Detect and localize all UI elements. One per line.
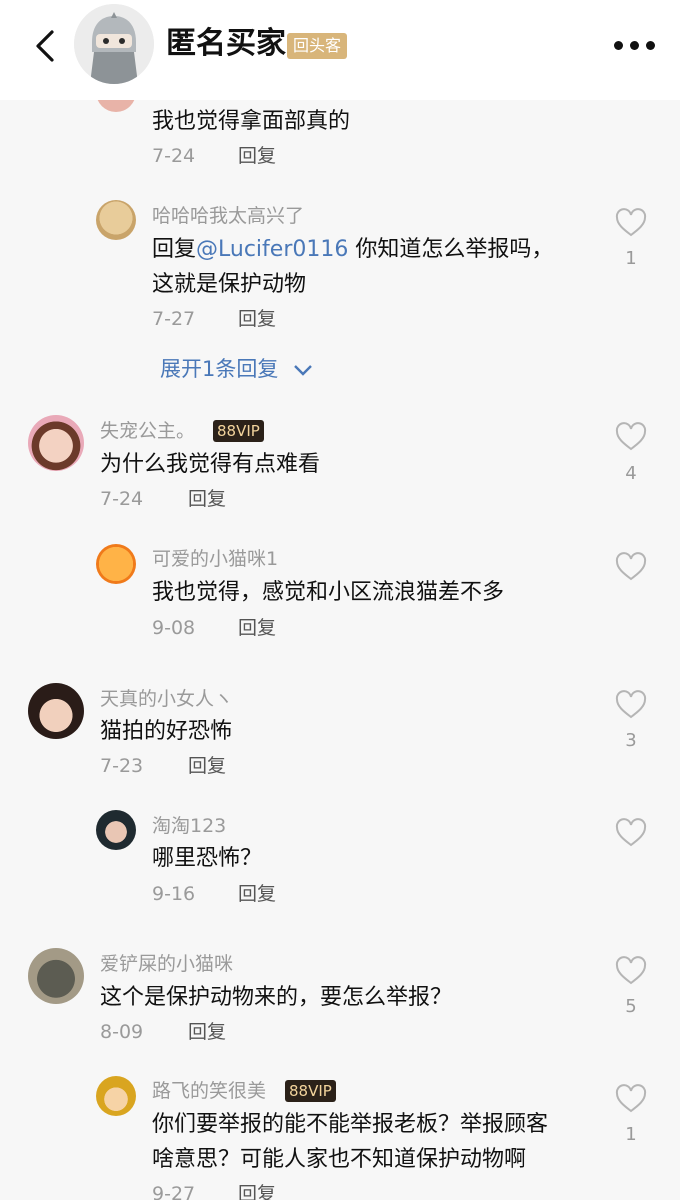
username[interactable]: 淘淘123	[152, 813, 226, 839]
reply-button[interactable]: 回复	[238, 615, 276, 641]
like-count: 5	[625, 996, 637, 1017]
username[interactable]: 失宠公主。	[100, 418, 195, 444]
heart-icon[interactable]	[614, 954, 648, 988]
comment-date: 7-24	[100, 488, 144, 510]
heart-icon[interactable]	[614, 206, 648, 240]
vip-badge: 88VIP	[213, 420, 264, 442]
comment-text: 你们要举报的能不能举报老板？举报顾客	[152, 1112, 549, 1137]
heart-icon[interactable]	[614, 1082, 648, 1116]
reply-button[interactable]: 回复	[238, 143, 276, 169]
comment-text: 这就是保护动物	[152, 272, 307, 297]
more-options-icon[interactable]	[612, 30, 658, 60]
avatar[interactable]	[28, 948, 84, 1004]
username[interactable]: 可爱的小猫咪1	[152, 546, 278, 572]
returning-customer-badge: 回头客	[287, 33, 348, 59]
heart-icon[interactable]	[614, 816, 648, 850]
ninja-avatar-icon	[74, 4, 154, 84]
anonymous-avatar[interactable]	[74, 4, 154, 84]
comment-date: 9-16	[152, 883, 196, 905]
avatar[interactable]	[96, 544, 136, 584]
like-count: 3	[625, 730, 637, 751]
username[interactable]: 天真的小女人ヽ	[100, 686, 233, 712]
reply-prefix: 回复	[152, 237, 197, 262]
mention-link[interactable]: @Lucifer0116	[196, 237, 348, 262]
top-bar: 匿名买家 回头客	[0, 0, 680, 100]
comment-text: 啥意思？可能人家也不知道保护动物啊	[152, 1147, 527, 1172]
comment-text: 回复@Lucifer0116 你知道怎么举报吗，	[152, 233, 553, 267]
username[interactable]: 哈哈哈我太高兴了	[152, 203, 304, 229]
avatar[interactable]	[96, 810, 136, 850]
reply-button[interactable]: 回复	[188, 486, 226, 512]
avatar[interactable]	[28, 683, 84, 739]
vip-badge: 88VIP	[285, 1080, 336, 1102]
comment-text: 猫拍的好恐怖	[100, 719, 233, 744]
reply-button[interactable]: 回复	[238, 1181, 276, 1200]
comment-text: 这个是保护动物来的，要怎么举报？	[100, 985, 453, 1010]
comment-date: 9-08	[152, 617, 196, 639]
like-count: 4	[625, 463, 637, 484]
comment-text: 我也觉得，感觉和小区流浪猫差不多	[152, 580, 505, 605]
avatar[interactable]	[96, 200, 136, 240]
back-arrow-icon[interactable]	[26, 26, 66, 66]
heart-icon[interactable]	[614, 550, 648, 584]
username[interactable]: 爱铲屎的小猫咪	[100, 951, 233, 977]
comment-date: 8-09	[100, 1021, 144, 1043]
comment-date: 7-23	[100, 755, 144, 777]
reply-button[interactable]: 回复	[238, 306, 276, 332]
avatar[interactable]	[28, 415, 84, 471]
expand-replies-button[interactable]: 展开1条回复	[160, 354, 313, 384]
comment-text: 我也觉得拿面部真的	[152, 109, 351, 134]
like-count: 1	[625, 248, 637, 269]
avatar[interactable]	[96, 1076, 136, 1116]
comment-date: 7-27	[152, 308, 196, 330]
username[interactable]: 路飞的笑很美	[152, 1078, 266, 1104]
comment-date: 9-27	[152, 1183, 196, 1200]
expand-replies-label: 展开1条回复	[160, 357, 279, 381]
comment-date: 7-24	[152, 145, 196, 167]
comment-text: 哪里恐怖？	[152, 846, 263, 871]
heart-icon[interactable]	[614, 420, 648, 454]
reply-button[interactable]: 回复	[188, 753, 226, 779]
page-title: 匿名买家	[166, 26, 286, 61]
comment-text: 为什么我觉得有点难看	[100, 452, 321, 477]
heart-icon[interactable]	[614, 688, 648, 722]
comment-text-line: 你知道怎么举报吗，	[348, 237, 554, 262]
like-count: 1	[625, 1124, 637, 1145]
reply-button[interactable]: 回复	[238, 881, 276, 907]
chevron-down-icon	[294, 365, 312, 376]
reply-button[interactable]: 回复	[188, 1019, 226, 1045]
